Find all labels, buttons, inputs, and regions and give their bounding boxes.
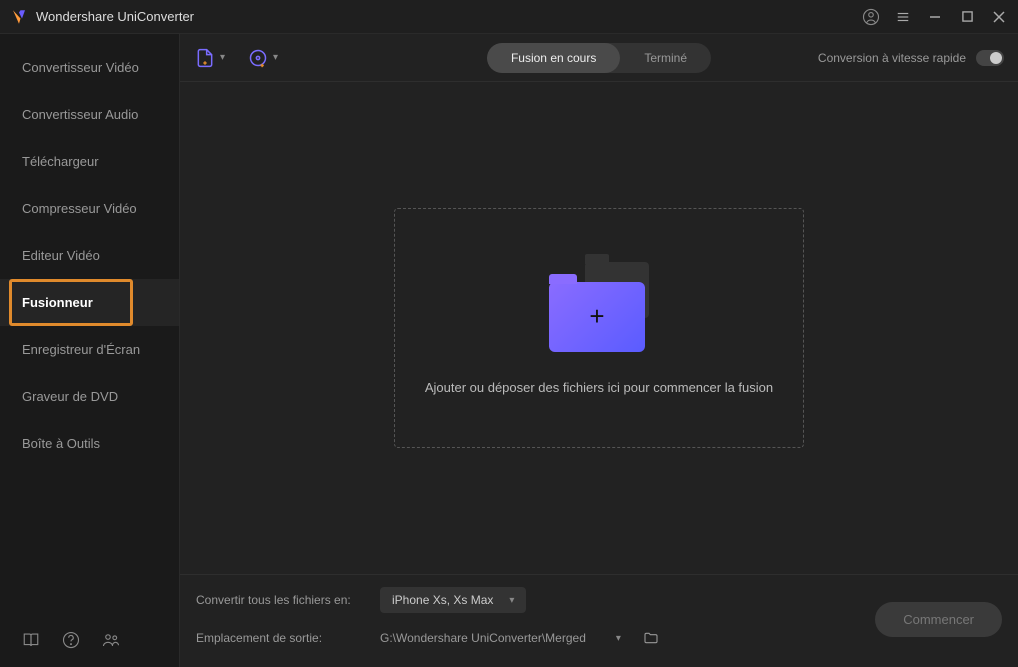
convert-format-select[interactable]: iPhone Xs, Xs Max ▾ — [380, 587, 526, 613]
sidebar: Convertisseur Vidéo Convertisseur Audio … — [0, 34, 180, 667]
tab-finished[interactable]: Terminé — [620, 43, 711, 73]
convert-label: Convertir tous les fichiers en: — [196, 593, 366, 607]
toolbar: ▾ ▾ Fusion en cours Terminé Conversion à… — [180, 34, 1018, 82]
sidebar-item-label: Enregistreur d'Écran — [22, 342, 140, 357]
tab-label: Terminé — [644, 51, 687, 65]
start-label: Commencer — [903, 612, 974, 627]
maximize-icon[interactable] — [958, 8, 976, 26]
toolbar-tabs: Fusion en cours Terminé — [487, 43, 711, 73]
app-title: Wondershare UniConverter — [36, 9, 862, 24]
chevron-down-icon: ▾ — [509, 595, 514, 606]
sidebar-item-dvd-burner[interactable]: Graveur de DVD — [0, 373, 179, 420]
speed-toggle[interactable] — [976, 50, 1004, 66]
output-value: G:\Wondershare UniConverter\Merged — [380, 631, 586, 645]
sidebar-item-recorder[interactable]: Enregistreur d'Écran — [0, 326, 179, 373]
sidebar-item-audio-converter[interactable]: Convertisseur Audio — [0, 91, 179, 138]
canvas: + Ajouter ou déposer des fichiers ici po… — [180, 82, 1018, 574]
community-icon[interactable] — [102, 631, 120, 649]
tab-label: Fusion en cours — [511, 51, 596, 65]
sidebar-item-editor[interactable]: Editeur Vidéo — [0, 232, 179, 279]
app-logo-icon — [10, 8, 28, 26]
convert-value: iPhone Xs, Xs Max — [392, 593, 493, 607]
sidebar-item-label: Editeur Vidéo — [22, 248, 100, 263]
sidebar-footer — [0, 616, 179, 667]
main: Convertisseur Vidéo Convertisseur Audio … — [0, 34, 1018, 667]
sidebar-item-merger[interactable]: Fusionneur — [0, 279, 179, 326]
sidebar-item-label: Boîte à Outils — [22, 436, 100, 451]
chevron-down-icon: ▾ — [616, 633, 621, 644]
convert-row: Convertir tous les fichiers en: iPhone X… — [196, 587, 875, 613]
bottombar: Convertir tous les fichiers en: iPhone X… — [180, 574, 1018, 667]
content: ▾ ▾ Fusion en cours Terminé Conversion à… — [180, 34, 1018, 667]
dropzone-text: Ajouter ou déposer des fichiers ici pour… — [425, 380, 773, 395]
sidebar-item-label: Convertisseur Vidéo — [22, 60, 139, 75]
account-icon[interactable] — [862, 8, 880, 26]
sidebar-item-label: Fusionneur — [22, 295, 93, 310]
chevron-down-icon[interactable]: ▾ — [220, 52, 225, 63]
open-folder-icon[interactable] — [643, 630, 659, 646]
add-file-icon[interactable] — [194, 47, 216, 69]
tab-merging[interactable]: Fusion en cours — [487, 43, 620, 73]
close-icon[interactable] — [990, 8, 1008, 26]
output-path[interactable]: G:\Wondershare UniConverter\Merged ▾ — [380, 625, 621, 651]
output-row: Emplacement de sortie: G:\Wondershare Un… — [196, 625, 875, 651]
menu-icon[interactable] — [894, 8, 912, 26]
speed-label: Conversion à vitesse rapide — [818, 51, 966, 65]
sidebar-item-label: Téléchargeur — [22, 154, 99, 169]
titlebar: Wondershare UniConverter — [0, 0, 1018, 34]
help-icon[interactable] — [62, 631, 80, 649]
dropzone[interactable]: + Ajouter ou déposer des fichiers ici po… — [394, 208, 804, 448]
plus-icon: + — [589, 301, 604, 332]
sidebar-items: Convertisseur Vidéo Convertisseur Audio … — [0, 34, 179, 616]
add-disc-icon[interactable] — [247, 47, 269, 69]
book-icon[interactable] — [22, 631, 40, 649]
minimize-icon[interactable] — [926, 8, 944, 26]
sidebar-item-video-converter[interactable]: Convertisseur Vidéo — [0, 44, 179, 91]
chevron-down-icon[interactable]: ▾ — [273, 52, 278, 63]
sidebar-item-label: Convertisseur Audio — [22, 107, 138, 122]
titlebar-controls — [862, 8, 1008, 26]
sidebar-item-toolbox[interactable]: Boîte à Outils — [0, 420, 179, 467]
sidebar-item-label: Graveur de DVD — [22, 389, 118, 404]
speed-toggle-group: Conversion à vitesse rapide — [818, 50, 1004, 66]
output-label: Emplacement de sortie: — [196, 631, 366, 645]
sidebar-item-label: Compresseur Vidéo — [22, 201, 137, 216]
sidebar-item-compressor[interactable]: Compresseur Vidéo — [0, 185, 179, 232]
sidebar-item-downloader[interactable]: Téléchargeur — [0, 138, 179, 185]
start-button[interactable]: Commencer — [875, 602, 1002, 637]
folder-icon: + — [549, 262, 649, 352]
